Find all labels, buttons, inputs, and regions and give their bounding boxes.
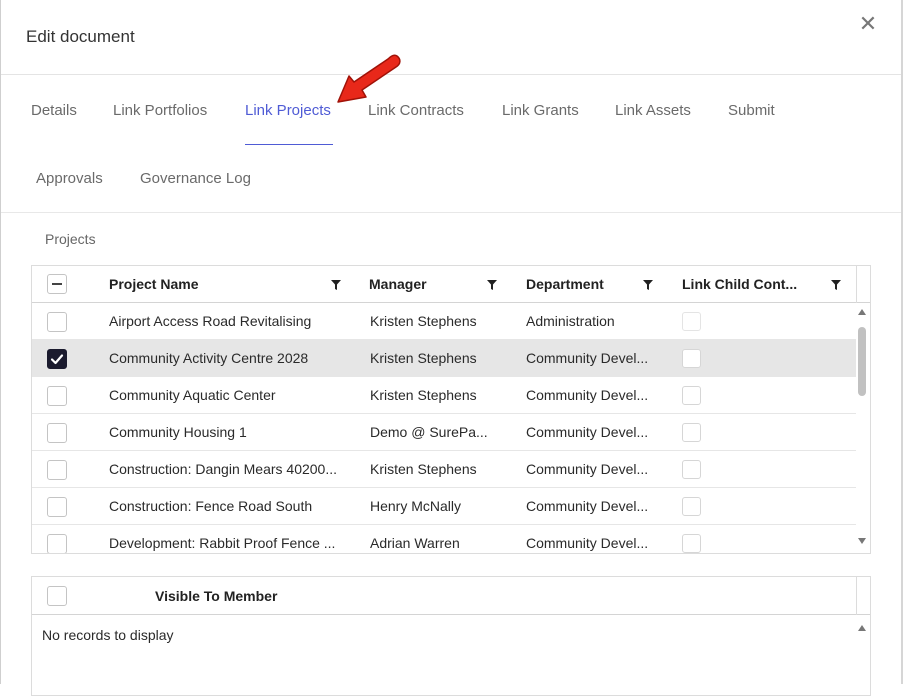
manager-cell: Demo @ SurePa... <box>370 424 488 440</box>
divider <box>1 212 901 213</box>
project-name-cell: Community Activity Centre 2028 <box>109 350 309 366</box>
tab-link-grants[interactable]: Link Grants <box>502 102 579 119</box>
select-all-checkbox[interactable] <box>47 586 67 606</box>
department-cell: Community Devel... <box>526 535 649 551</box>
grid-header: Visible To Member <box>32 577 870 615</box>
row-checkbox[interactable] <box>47 349 67 369</box>
table-row[interactable]: Community Activity Centre 2028 Kristen S… <box>32 340 856 377</box>
department-cell: Community Devel... <box>526 498 649 514</box>
column-header-link-child[interactable]: Link Child Cont... <box>682 266 797 303</box>
column-header-manager[interactable]: Manager <box>369 266 427 303</box>
projects-grid: Project Name Manager Department Link Chi… <box>31 265 871 554</box>
tab-approvals[interactable]: Approvals <box>36 170 103 187</box>
divider <box>1 74 901 75</box>
department-cell: Administration <box>526 313 615 329</box>
project-name-cell: Community Aquatic Center <box>109 387 276 403</box>
project-name-cell: Community Housing 1 <box>109 424 247 440</box>
scroll-up-icon[interactable] <box>858 309 866 315</box>
filter-icon[interactable] <box>331 280 341 290</box>
checkmark-icon <box>50 354 64 365</box>
tab-governance-log[interactable]: Governance Log <box>140 170 251 187</box>
link-child-checkbox[interactable] <box>682 312 701 331</box>
members-grid: Visible To Member No records to display <box>31 576 871 696</box>
select-all-checkbox[interactable] <box>47 274 67 294</box>
row-checkbox[interactable] <box>47 497 67 517</box>
header-separator <box>856 577 857 615</box>
link-child-checkbox[interactable] <box>682 460 701 479</box>
link-child-checkbox[interactable] <box>682 349 701 368</box>
dialog-title: Edit document <box>26 27 135 46</box>
project-name-cell: Development: Rabbit Proof Fence ... <box>109 535 336 551</box>
tab-link-portfolios[interactable]: Link Portfolios <box>113 102 207 119</box>
active-tab-indicator <box>245 144 333 145</box>
scrollbar-thumb[interactable] <box>858 327 866 396</box>
table-row[interactable]: Construction: Dangin Mears 40200... Kris… <box>32 451 856 488</box>
dialog-border <box>0 0 1 684</box>
annotation-arrow-icon <box>337 54 401 103</box>
row-checkbox[interactable] <box>47 312 67 332</box>
column-header-visible-to-member[interactable]: Visible To Member <box>155 577 277 615</box>
vertical-scrollbar[interactable] <box>856 303 870 553</box>
close-icon[interactable]: ✕ <box>858 13 878 35</box>
department-cell: Community Devel... <box>526 424 649 440</box>
manager-cell: Adrian Warren <box>370 535 460 551</box>
filter-icon[interactable] <box>643 280 653 290</box>
header-separator <box>856 266 857 303</box>
column-header-project-name[interactable]: Project Name <box>109 266 198 303</box>
table-row[interactable]: Construction: Fence Road South Henry McN… <box>32 488 856 525</box>
manager-cell: Kristen Stephens <box>370 387 477 403</box>
empty-message: No records to display <box>42 627 174 643</box>
tab-details[interactable]: Details <box>31 102 77 119</box>
filter-icon[interactable] <box>487 280 497 290</box>
table-row[interactable]: Community Housing 1 Demo @ SurePa... Com… <box>32 414 856 451</box>
row-checkbox[interactable] <box>47 386 67 406</box>
row-checkbox[interactable] <box>47 460 67 480</box>
department-cell: Community Devel... <box>526 387 649 403</box>
project-name-cell: Construction: Fence Road South <box>109 498 313 514</box>
tab-link-assets[interactable]: Link Assets <box>615 102 691 119</box>
department-cell: Community Devel... <box>526 461 649 477</box>
project-name-cell: Construction: Dangin Mears 40200... <box>109 461 338 477</box>
table-row[interactable]: Community Aquatic Center Kristen Stephen… <box>32 377 856 414</box>
row-checkbox[interactable] <box>47 534 67 553</box>
table-row[interactable]: Airport Access Road Revitalising Kristen… <box>32 303 856 340</box>
manager-cell: Kristen Stephens <box>370 461 477 477</box>
department-cell: Community Devel... <box>526 350 649 366</box>
tab-link-projects[interactable]: Link Projects <box>245 102 331 119</box>
manager-cell: Kristen Stephens <box>370 350 477 366</box>
projects-section-label: Projects <box>45 231 96 247</box>
scroll-down-icon[interactable] <box>858 538 866 544</box>
manager-cell: Henry McNally <box>370 498 462 514</box>
grid-header: Project Name Manager Department Link Chi… <box>32 266 870 303</box>
row-checkbox[interactable] <box>47 423 67 443</box>
link-child-checkbox[interactable] <box>682 386 701 405</box>
link-child-checkbox[interactable] <box>682 423 701 442</box>
table-row[interactable]: Development: Rabbit Proof Fence ... Adri… <box>32 525 856 553</box>
scroll-up-icon[interactable] <box>858 625 866 631</box>
link-child-checkbox[interactable] <box>682 497 701 516</box>
link-child-checkbox[interactable] <box>682 534 701 553</box>
tab-link-contracts[interactable]: Link Contracts <box>368 102 464 119</box>
filter-icon[interactable] <box>831 280 841 290</box>
manager-cell: Kristen Stephens <box>370 313 477 329</box>
column-header-department[interactable]: Department <box>526 266 604 303</box>
project-name-cell: Airport Access Road Revitalising <box>109 313 312 329</box>
tab-submit[interactable]: Submit <box>728 102 775 119</box>
